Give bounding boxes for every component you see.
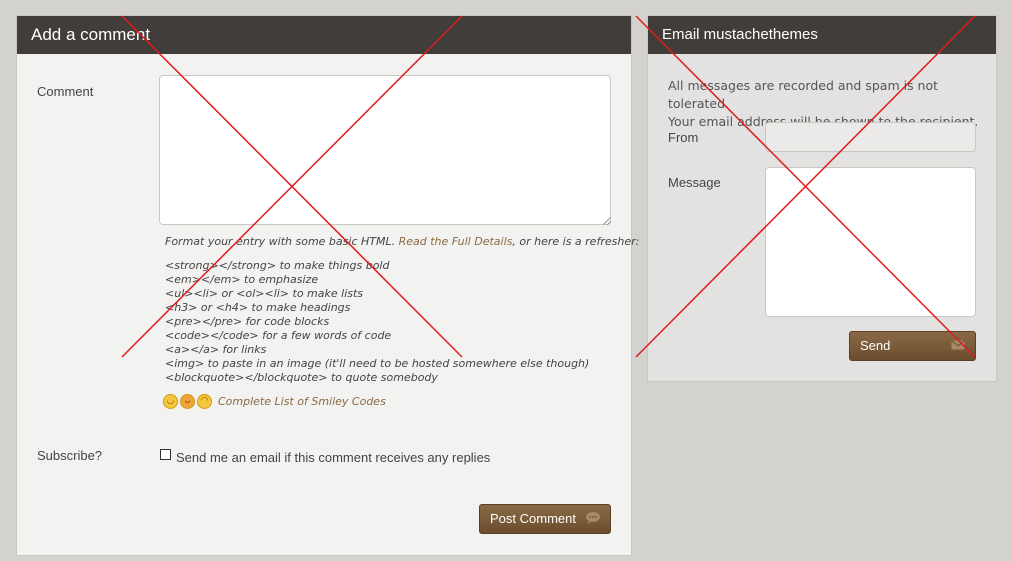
- subscribe-text: Send me an email if this comment receive…: [176, 450, 491, 465]
- email-panel: Email mustachethemes All messages are re…: [647, 15, 997, 382]
- add-comment-title: Add a comment: [17, 16, 631, 54]
- email-panel-title: Email mustachethemes: [648, 16, 996, 54]
- format-line: <ul><li> or <ol><li> to make lists: [165, 287, 364, 300]
- envelope-icon: [951, 340, 965, 350]
- format-line: <img> to paste in an image (it'll need t…: [165, 357, 590, 370]
- smiley-row: ◡ ᴗ ◠ Complete List of Smiley Codes: [163, 394, 386, 409]
- textarea-resize-handle[interactable]: [603, 217, 611, 225]
- from-input[interactable]: [765, 122, 976, 152]
- email-info-line: All messages are recorded and spam is no…: [668, 78, 939, 111]
- format-line: <code></code> for a few words of code: [165, 329, 392, 342]
- format-intro-text-end: , or here is a refresher:: [512, 235, 640, 248]
- format-help-intro: Format your entry with some basic HTML. …: [165, 235, 639, 248]
- full-details-link[interactable]: Read the Full Details: [399, 235, 513, 248]
- message-textarea[interactable]: [765, 167, 976, 317]
- format-line: <a></a> for links: [165, 343, 267, 356]
- smiley-codes-link[interactable]: Complete List of Smiley Codes: [218, 395, 386, 408]
- comment-label: Comment: [37, 84, 94, 99]
- format-intro-text: Format your entry with some basic HTML.: [165, 235, 399, 248]
- speech-bubble-icon: [586, 512, 600, 524]
- smile-icon: ◡: [163, 394, 178, 409]
- format-line: <h3> or <h4> to make headings: [165, 301, 351, 314]
- format-line: <strong></strong> to make things bold: [165, 259, 390, 272]
- grin-icon: ᴗ: [180, 394, 195, 409]
- format-refresher-list: <strong></strong> to make things bold <e…: [165, 259, 589, 385]
- format-line: <blockquote></blockquote> to quote someb…: [165, 371, 438, 384]
- from-label: From: [668, 130, 699, 145]
- format-line: <em></em> to emphasize: [165, 273, 319, 286]
- add-comment-panel: Add a comment Comment Format your entry …: [16, 15, 639, 556]
- message-label: Message: [668, 175, 721, 190]
- comment-textarea[interactable]: [159, 75, 611, 225]
- send-label: Send: [860, 338, 891, 353]
- subscribe-label: Subscribe?: [37, 448, 103, 463]
- post-comment-button[interactable]: Post Comment: [479, 504, 611, 534]
- send-button[interactable]: Send: [849, 331, 976, 361]
- post-comment-label: Post Comment: [490, 511, 576, 526]
- sad-icon: ◠: [197, 394, 212, 409]
- format-line: <pre></pre> for code blocks: [165, 315, 330, 328]
- subscribe-checkbox[interactable]: [160, 449, 171, 460]
